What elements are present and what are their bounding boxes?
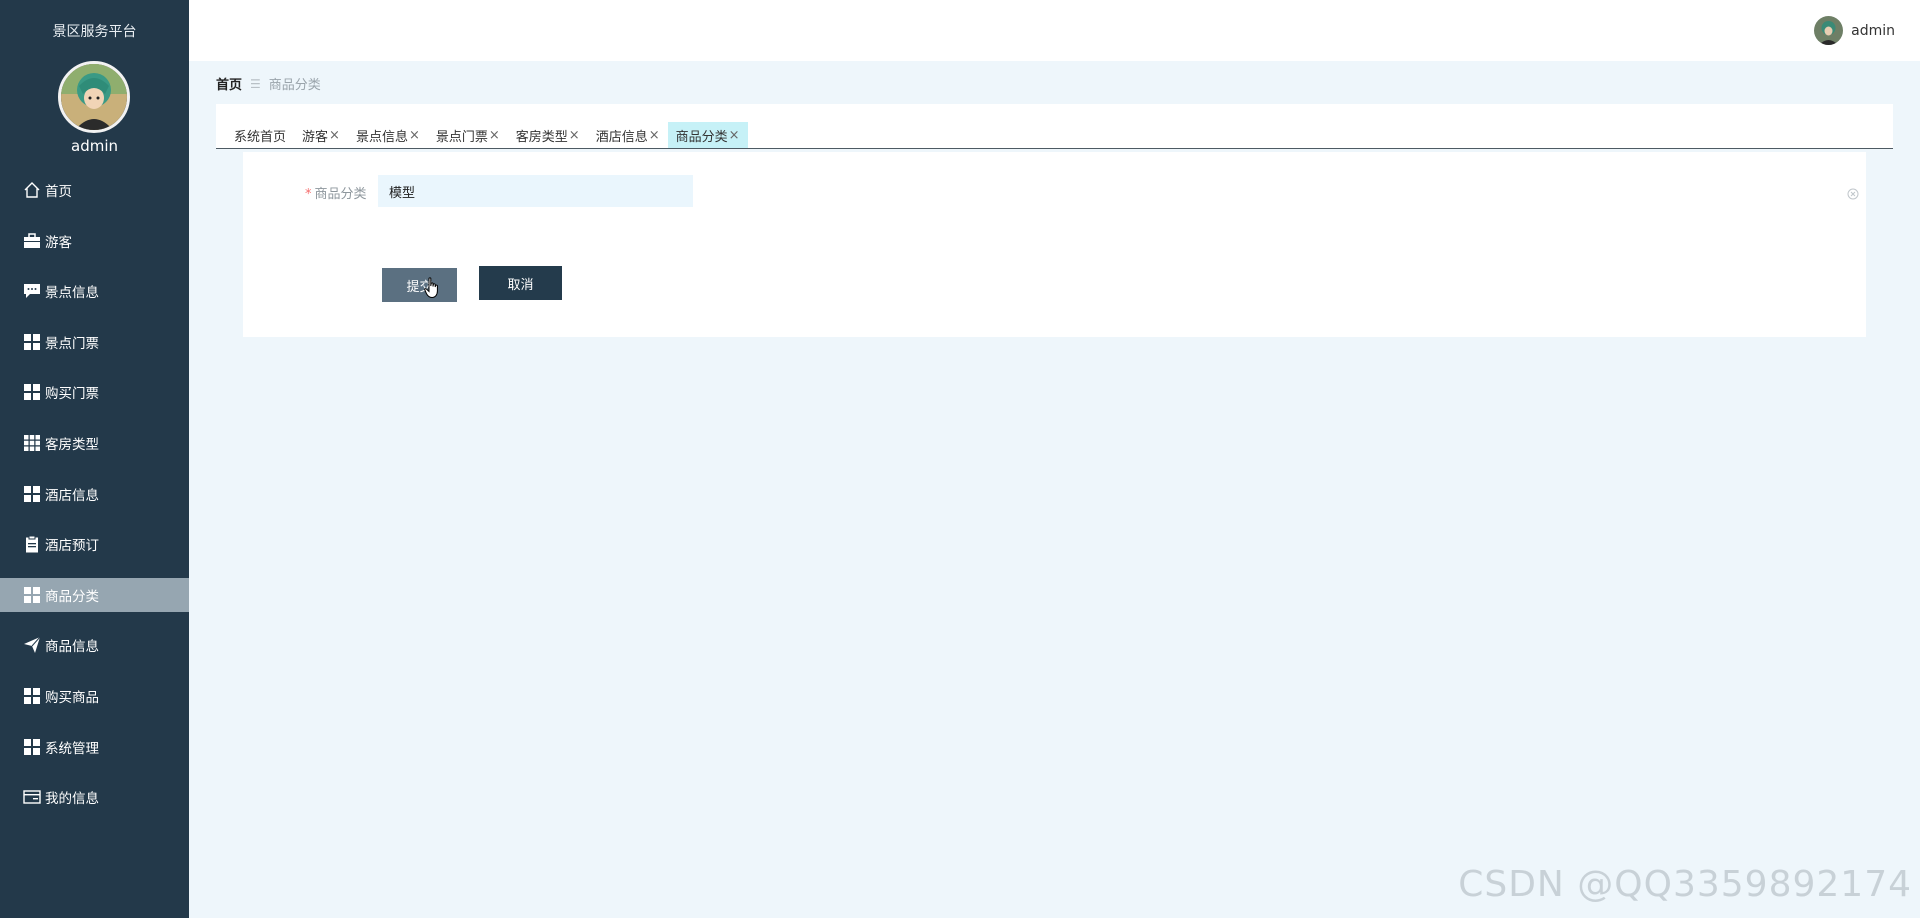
- breadcrumb-home[interactable]: 首页: [216, 74, 242, 93]
- sidebar-item-hotel-info[interactable]: 酒店信息: [0, 477, 189, 511]
- tab-room-types[interactable]: 客房类型 ×: [508, 122, 588, 148]
- grid9-icon: [22, 433, 42, 453]
- sidebar-item-label: 游客: [45, 234, 72, 251]
- cancel-button[interactable]: 取消: [479, 266, 562, 300]
- close-icon[interactable]: ×: [489, 128, 500, 143]
- sidebar-item-buy-products[interactable]: 购买商品: [0, 679, 189, 713]
- tab-label: 客房类型: [515, 129, 568, 145]
- tab-hotel-info[interactable]: 酒店信息 ×: [588, 122, 668, 148]
- grid-icon: [22, 484, 42, 504]
- sidebar-item-room-types[interactable]: 客房类型: [0, 426, 189, 460]
- tab-scenic-tickets[interactable]: 景点门票 ×: [428, 122, 508, 148]
- app-title: 景区服务平台: [52, 24, 137, 40]
- sidebar-item-tourists[interactable]: 游客: [0, 224, 189, 258]
- sidebar-item-scenic-tickets[interactable]: 景点门票: [0, 325, 189, 359]
- submit-button[interactable]: 提交: [382, 268, 457, 302]
- sidebar-item-label: 商品信息: [45, 639, 99, 656]
- comment-icon: [22, 281, 42, 301]
- breadcrumb-current: 商品分类: [268, 78, 321, 93]
- sidebar-item-label: 购买商品: [45, 689, 99, 706]
- sidebar-item-label: 酒店信息: [45, 487, 99, 504]
- sidebar-item-my-info[interactable]: 我的信息: [0, 780, 189, 814]
- required-mark: *: [305, 187, 312, 202]
- category-field-label: * 商品分类: [305, 183, 367, 202]
- grid-icon: [22, 585, 42, 605]
- user-menu[interactable]: admin: [1814, 16, 1895, 45]
- sidebar-item-label: 客房类型: [45, 436, 99, 453]
- sidebar-item-hotel-booking[interactable]: 酒店预订: [0, 527, 189, 561]
- close-icon[interactable]: ×: [729, 128, 740, 143]
- sidebar-item-product-info[interactable]: 商品信息: [0, 628, 189, 662]
- tab-product-category[interactable]: 商品分类 ×: [667, 122, 748, 148]
- avatar[interactable]: [1814, 16, 1844, 45]
- header-username: admin: [1851, 22, 1895, 39]
- close-icon[interactable]: ×: [649, 128, 660, 143]
- tabs: 系统首页 游客 × 景点信息 × 景点门票 × 客房类型 × 酒店信息 × 商品…: [226, 122, 748, 148]
- sidebar-item-label: 景点门票: [45, 335, 99, 352]
- sidebar-item-home[interactable]: 首页: [0, 173, 189, 207]
- sidebar-username: admin: [71, 137, 118, 155]
- top-header: admin: [189, 0, 1920, 61]
- sidebar-item-scenic-info[interactable]: 景点信息: [0, 274, 189, 308]
- close-icon[interactable]: ×: [409, 128, 420, 143]
- breadcrumb-separator-icon: ☰: [250, 76, 261, 91]
- sidebar-item-label: 首页: [45, 184, 72, 200]
- sidebar-item-label: 购买门票: [45, 386, 99, 403]
- hand-cursor-icon: [424, 277, 440, 303]
- tab-scenic-info[interactable]: 景点信息 ×: [348, 122, 428, 148]
- card-icon: [22, 787, 42, 807]
- sidebar: 景区服务平台 admin 首页 游客 景点信息 景点门票 购买门票 客房类型 酒…: [0, 0, 189, 918]
- sidebar-item-label: 我的信息: [45, 791, 99, 808]
- sidebar-item-label: 景点信息: [45, 285, 99, 302]
- sidebar-item-product-category[interactable]: 商品分类: [0, 577, 189, 612]
- watermark: CSDN @QQ3359892174: [1458, 864, 1912, 905]
- home-icon: [22, 180, 42, 200]
- close-icon[interactable]: ×: [569, 128, 580, 143]
- field-label-text: 商品分类: [314, 187, 367, 202]
- briefcase-icon: [22, 231, 42, 251]
- send-icon: [22, 635, 42, 655]
- sidebar-menu: 首页 游客 景点信息 景点门票 购买门票 客房类型 酒店信息 酒店预订 商品分类…: [0, 173, 189, 831]
- close-icon[interactable]: ×: [329, 128, 340, 143]
- tab-label: 景点信息: [355, 129, 408, 145]
- avatar[interactable]: [58, 61, 130, 133]
- tab-tourists[interactable]: 游客 ×: [294, 122, 348, 148]
- form-card: *商品分类 提交 取消: [243, 152, 1866, 337]
- breadcrumb: 首页 ☰ 商品分类: [216, 74, 321, 94]
- sidebar-item-label: 系统管理: [45, 740, 99, 757]
- category-input[interactable]: [378, 175, 693, 207]
- tabs-bar: 系统首页 游客 × 景点信息 × 景点门票 × 客房类型 × 酒店信息 × 商品…: [216, 104, 1893, 149]
- sidebar-item-system-admin[interactable]: 系统管理: [0, 730, 189, 764]
- tab-system-home[interactable]: 系统首页: [226, 122, 294, 148]
- tab-label: 酒店信息: [595, 129, 648, 145]
- sidebar-item-buy-tickets[interactable]: 购买门票: [0, 375, 189, 409]
- sidebar-item-label: 商品分类: [45, 588, 99, 605]
- sidebar-item-label: 酒店预订: [45, 538, 99, 555]
- clipboard-icon: [22, 534, 42, 554]
- grid-icon: [22, 332, 42, 352]
- grid-icon: [22, 737, 42, 757]
- tab-label: 商品分类: [675, 129, 728, 145]
- tab-label: 景点门票: [435, 129, 488, 145]
- tab-label: 游客: [302, 129, 329, 145]
- tab-label: 系统首页: [234, 129, 287, 145]
- circle-close-icon[interactable]: [1847, 185, 1859, 204]
- grid-icon: [22, 686, 42, 706]
- grid-icon: [22, 382, 42, 402]
